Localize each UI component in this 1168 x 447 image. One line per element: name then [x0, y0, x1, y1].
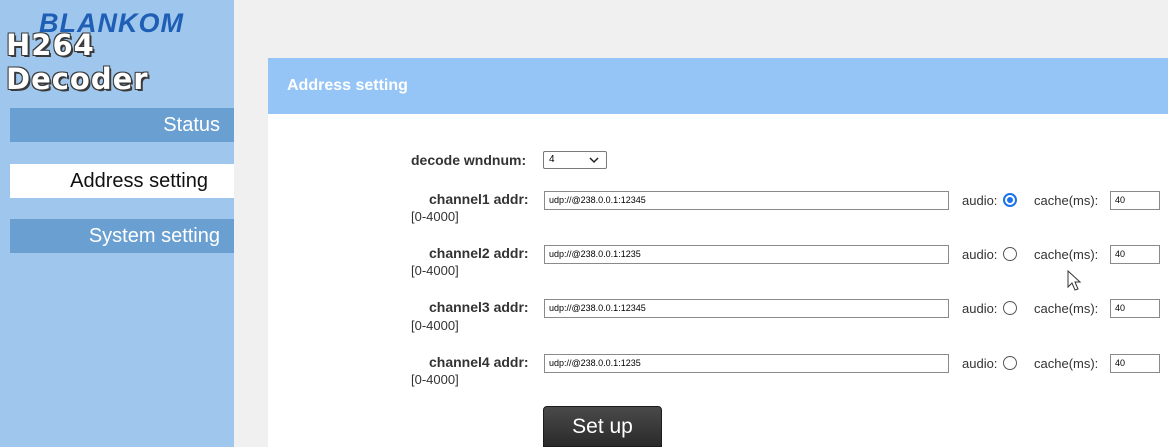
- channel3-audio-radio[interactable]: [1003, 301, 1017, 315]
- channel1-cache-label: cache(ms):: [1034, 193, 1099, 208]
- channel3-cache-label: cache(ms):: [1034, 301, 1099, 316]
- logo-product: H264 Decoder: [6, 28, 149, 96]
- setup-button-label: Set up: [572, 414, 633, 438]
- channel1-cache-input[interactable]: 40: [1110, 191, 1160, 210]
- decode-wndnum-value: 4: [549, 154, 555, 165]
- channel3-audio-label: audio:: [962, 301, 998, 316]
- setup-button[interactable]: Set up: [543, 406, 662, 447]
- panel-title: Address setting: [287, 77, 408, 94]
- channel2-audio-label: audio:: [962, 247, 998, 262]
- channel2-cache-label: cache(ms):: [1034, 247, 1099, 262]
- channel3-cache-input[interactable]: 40: [1110, 299, 1160, 318]
- mouse-cursor-icon: [1067, 270, 1082, 291]
- sidebar-item-status[interactable]: Status: [10, 108, 234, 142]
- decode-wndnum-label: decode wndnum:: [411, 152, 527, 168]
- channel4-cache-input[interactable]: 40: [1110, 354, 1160, 373]
- decode-wndnum-select[interactable]: 4: [543, 151, 607, 169]
- sidebar-item-label: System setting: [88, 224, 220, 247]
- sidebar-item-label: Address setting: [70, 169, 208, 192]
- channel2-cache-input[interactable]: 40: [1110, 245, 1160, 264]
- channel2-label: channel2 addr:: [429, 245, 529, 261]
- channel4-label: channel4 addr:: [429, 354, 529, 370]
- channel3-addr-input[interactable]: udp://@238.0.0.1:12345: [544, 299, 949, 318]
- channel1-audio-label: audio:: [962, 193, 998, 208]
- channel4-range-label: [0-4000]: [411, 372, 459, 387]
- sidebar-item-address-setting[interactable]: Address setting: [10, 164, 234, 198]
- channel2-addr-input[interactable]: udp://@238.0.0.1:1235: [544, 245, 949, 264]
- channel1-audio-radio[interactable]: [1003, 193, 1017, 207]
- channel4-addr-input[interactable]: udp://@238.0.0.1:1235: [544, 354, 949, 373]
- sidebar-item-label: Status: [163, 113, 220, 136]
- channel4-audio-radio[interactable]: [1003, 356, 1017, 370]
- channel2-audio-radio[interactable]: [1003, 247, 1017, 261]
- channel1-label: channel1 addr:: [429, 191, 529, 207]
- channel4-audio-label: audio:: [962, 356, 998, 371]
- sidebar-item-system-setting[interactable]: System setting: [10, 219, 234, 253]
- channel4-cache-label: cache(ms):: [1034, 356, 1099, 371]
- panel-header: Address setting: [268, 58, 1168, 114]
- channel2-range-label: [0-4000]: [411, 263, 459, 278]
- channel1-range-label: [0-4000]: [411, 209, 459, 224]
- logo: BLANKOM H264 Decoder: [6, 8, 234, 96]
- channel1-addr-input[interactable]: udp://@238.0.0.1:12345: [544, 191, 949, 210]
- channel3-range-label: [0-4000]: [411, 318, 459, 333]
- channel3-label: channel3 addr:: [429, 299, 529, 315]
- chevron-down-icon: [589, 157, 599, 164]
- sidebar: BLANKOM H264 Decoder Status Address sett…: [0, 0, 234, 447]
